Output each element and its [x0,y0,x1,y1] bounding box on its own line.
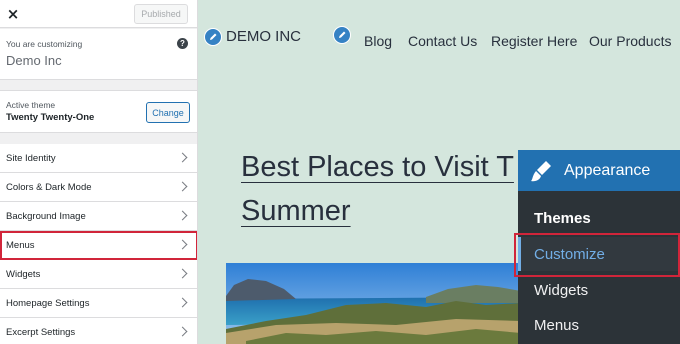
chevron-right-icon [177,181,188,192]
appearance-title: Appearance [564,161,651,179]
site-title[interactable]: DEMO INC [226,28,301,45]
section-label: Widgets [6,269,41,280]
menu-item-our-products[interactable]: Our Products [589,33,671,49]
customizer-sections: Site Identity Colors & Dark Mode Backgro… [0,144,197,344]
customizing-info: You are customizing Demo Inc ? [0,29,197,80]
appearance-menu-header[interactable]: Appearance [518,150,680,191]
section-colors-dark-mode[interactable]: Colors & Dark Mode [0,173,197,202]
section-label: Colors & Dark Mode [6,182,92,193]
menu-item-contact-us[interactable]: Contact Us [408,33,477,49]
submenu-widgets[interactable]: Widgets [518,273,680,307]
chevron-right-icon [177,152,188,163]
chevron-right-icon [177,268,188,279]
post-title-line2: Summer [241,195,351,227]
active-theme-label: Active theme [6,100,56,110]
menu-item-register-here[interactable]: Register Here [491,33,577,49]
close-icon[interactable]: × [0,0,26,28]
section-label: Menus [6,240,35,251]
section-homepage-settings[interactable]: Homepage Settings [0,289,197,318]
site-name: Demo Inc [6,53,62,68]
theme-name: Twenty Twenty-One [6,112,95,123]
section-widgets[interactable]: Widgets [0,260,197,289]
customizer-sidebar: × Published You are customizing Demo Inc… [0,0,198,344]
change-theme-button[interactable]: Change [146,102,190,123]
menu-item-blog[interactable]: Blog [364,33,392,49]
section-label: Excerpt Settings [6,327,76,338]
submenu-themes[interactable]: Themes [518,201,680,235]
featured-image [226,263,521,344]
paintbrush-icon [531,160,551,181]
section-menus[interactable]: Menus [0,231,197,260]
post-title[interactable]: Best Places to Visit T Summer [241,145,541,233]
section-label: Homepage Settings [6,298,90,309]
customize-highlight-frame [514,233,680,277]
submenu-menus[interactable]: Menus [518,308,680,342]
section-excerpt-settings[interactable]: Excerpt Settings [0,318,197,344]
section-label: Site Identity [6,153,56,164]
customizer-header: × Published [0,0,197,28]
chevron-right-icon [177,297,188,308]
section-label: Background Image [6,211,86,222]
edit-shortcut-site-title-icon[interactable] [204,28,222,46]
chevron-right-icon [177,326,188,337]
edit-shortcut-menu-icon[interactable] [333,26,351,44]
chevron-right-icon [177,239,188,250]
chevron-right-icon [177,210,188,221]
customizing-label: You are customizing [6,39,83,49]
section-site-identity[interactable]: Site Identity [0,144,197,173]
post-title-line1: Best Places to Visit T [241,151,514,183]
help-icon[interactable]: ? [177,38,188,49]
active-theme-panel: Active theme Twenty Twenty-One Change [0,90,197,133]
publish-button[interactable]: Published [134,4,188,24]
section-background-image[interactable]: Background Image [0,202,197,231]
